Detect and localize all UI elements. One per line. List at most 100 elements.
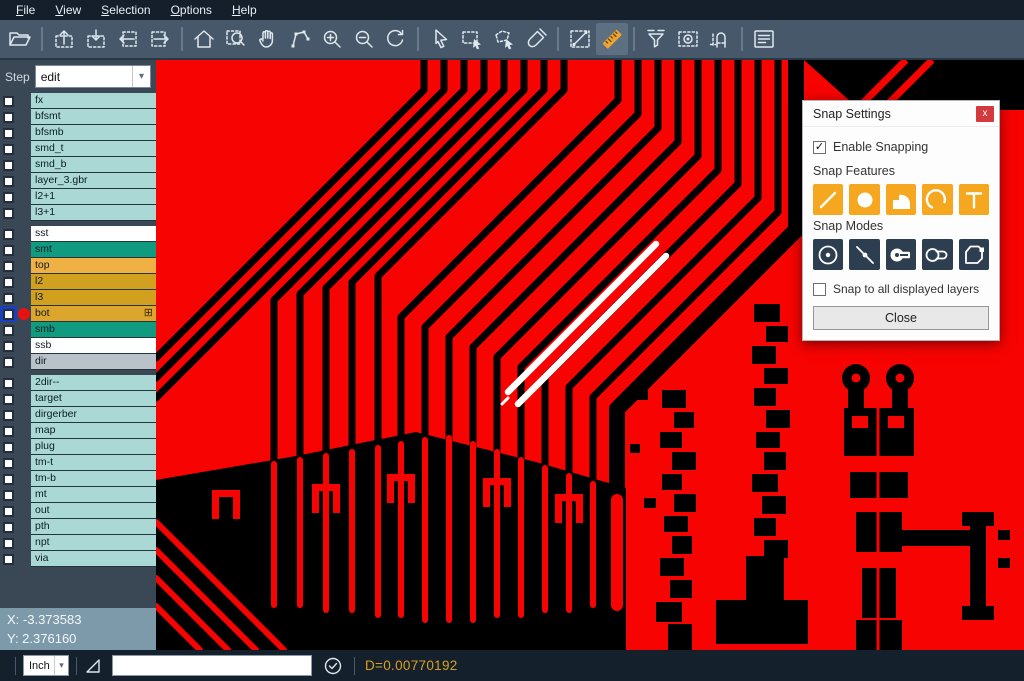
grid-icon[interactable]: ⊞ xyxy=(144,306,153,321)
box-arrow-down-button[interactable] xyxy=(80,23,112,55)
layer-visibility-checkbox[interactable] xyxy=(0,205,17,221)
layer-visibility-checkbox[interactable] xyxy=(0,455,17,471)
layer-visibility-checkbox[interactable] xyxy=(0,157,17,173)
layer-row[interactable]: dirgerber xyxy=(0,407,156,423)
layer-visibility-checkbox[interactable] xyxy=(0,125,17,141)
snap-mode-midpoint-button[interactable] xyxy=(849,239,879,270)
layer-row[interactable]: mt xyxy=(0,487,156,503)
layer-name[interactable]: smt xyxy=(31,242,156,258)
layer-row[interactable]: bfsmt xyxy=(0,109,156,125)
layer-row[interactable]: l2+1 xyxy=(0,189,156,205)
layer-name[interactable]: dirgerber xyxy=(31,407,156,423)
layer-row[interactable]: dir xyxy=(0,354,156,370)
chevron-down-icon[interactable]: ▾ xyxy=(132,66,150,87)
layer-visibility-checkbox[interactable] xyxy=(0,391,17,407)
layer-row[interactable]: ssb xyxy=(0,338,156,354)
filter-button[interactable] xyxy=(640,23,672,55)
home-view-button[interactable] xyxy=(188,23,220,55)
layer-visibility-checkbox[interactable] xyxy=(0,258,17,274)
enable-snapping-checkbox[interactable]: ✓ xyxy=(813,141,826,154)
layer-row[interactable]: tm-t xyxy=(0,455,156,471)
layer-row[interactable]: 2dir-- xyxy=(0,375,156,391)
menu-view[interactable]: View xyxy=(45,1,91,19)
layer-name[interactable]: sst xyxy=(31,226,156,242)
layer-visibility-checkbox[interactable] xyxy=(0,290,17,306)
chevron-down-icon[interactable]: ▾ xyxy=(54,656,68,675)
layer-name[interactable]: tm-b xyxy=(31,471,156,487)
layer-visibility-checkbox[interactable] xyxy=(0,551,17,567)
layer-visibility-checkbox[interactable] xyxy=(0,306,17,322)
layer-visibility-checkbox[interactable] xyxy=(0,322,17,338)
layer-row[interactable]: target xyxy=(0,391,156,407)
layer-name[interactable]: fx xyxy=(31,93,156,109)
zoom-area-button[interactable] xyxy=(220,23,252,55)
layer-row[interactable]: smt xyxy=(0,242,156,258)
layer-visibility-checkbox[interactable] xyxy=(0,423,17,439)
snap-feature-arc-button[interactable] xyxy=(922,184,952,215)
layer-visibility-checkbox[interactable] xyxy=(0,274,17,290)
layer-visibility-checkbox[interactable] xyxy=(0,535,17,551)
layer-name[interactable]: bot⊞ xyxy=(31,306,156,322)
snap-all-layers-checkbox[interactable] xyxy=(813,283,826,296)
snap-mode-polygon-button[interactable] xyxy=(959,239,989,270)
close-button[interactable]: Close xyxy=(813,306,989,330)
layer-name[interactable]: mt xyxy=(31,487,156,503)
layer-visibility-checkbox[interactable] xyxy=(0,141,17,157)
pan-hand-button[interactable] xyxy=(252,23,284,55)
layer-name[interactable]: l3 xyxy=(31,290,156,306)
layer-name[interactable]: smb xyxy=(31,322,156,338)
layer-row[interactable]: bfsmb xyxy=(0,125,156,141)
unit-select[interactable]: Inch ▾ xyxy=(23,655,69,676)
snap-mode-center-button[interactable] xyxy=(813,239,843,270)
layer-name[interactable]: ssb xyxy=(31,338,156,354)
layer-row[interactable]: l3+1 xyxy=(0,205,156,221)
ruler-button[interactable] xyxy=(596,23,628,55)
layer-name[interactable]: l2 xyxy=(31,274,156,290)
layer-row[interactable]: top xyxy=(0,258,156,274)
poly-select-button[interactable] xyxy=(488,23,520,55)
layer-name[interactable]: npt xyxy=(31,535,156,551)
layer-visibility-checkbox[interactable] xyxy=(0,354,17,370)
layer-name[interactable]: plug xyxy=(31,439,156,455)
layer-visibility-checkbox[interactable] xyxy=(0,375,17,391)
layer-row[interactable]: npt xyxy=(0,535,156,551)
layer-visibility-checkbox[interactable] xyxy=(0,93,17,109)
zoom-previous-button[interactable] xyxy=(380,23,412,55)
layer-row[interactable]: map xyxy=(0,423,156,439)
layer-name[interactable]: tm-t xyxy=(31,455,156,471)
zoom-in-button[interactable] xyxy=(316,23,348,55)
layer-row[interactable]: smd_t xyxy=(0,141,156,157)
layer-row[interactable]: bot⊞ xyxy=(0,306,156,322)
layer-visibility-checkbox[interactable] xyxy=(0,487,17,503)
snap-feature-line-button[interactable] xyxy=(813,184,843,215)
layer-name[interactable]: l3+1 xyxy=(31,205,156,221)
apply-check-icon[interactable] xyxy=(322,655,344,677)
layer-name[interactable]: top xyxy=(31,258,156,274)
layer-row[interactable]: out xyxy=(0,503,156,519)
menu-options[interactable]: Options xyxy=(161,1,222,19)
menu-file[interactable]: File xyxy=(6,1,45,19)
layer-row[interactable]: pth xyxy=(0,519,156,535)
layer-visibility-checkbox[interactable] xyxy=(0,189,17,205)
layer-visibility-checkbox[interactable] xyxy=(0,242,17,258)
layer-visibility-checkbox[interactable] xyxy=(0,407,17,423)
layer-name[interactable]: bfsmb xyxy=(31,125,156,141)
layer-name[interactable]: target xyxy=(31,391,156,407)
zoom-polygon-button[interactable] xyxy=(284,23,316,55)
box-arrow-up-button[interactable] xyxy=(48,23,80,55)
layer-row[interactable]: smd_b xyxy=(0,157,156,173)
menu-help[interactable]: Help xyxy=(222,1,267,19)
layer-name[interactable]: l2+1 xyxy=(31,189,156,205)
layer-visibility-checkbox[interactable] xyxy=(0,503,17,519)
layer-visibility-checkbox[interactable] xyxy=(0,338,17,354)
brush-button[interactable] xyxy=(520,23,552,55)
menu-selection[interactable]: Selection xyxy=(91,1,160,19)
layer-visibility-checkbox[interactable] xyxy=(0,471,17,487)
snap-feature-pad-button[interactable] xyxy=(849,184,879,215)
select-arrow-button[interactable] xyxy=(424,23,456,55)
layer-name[interactable]: 2dir-- xyxy=(31,375,156,391)
layer-name[interactable]: via xyxy=(31,551,156,567)
snap-feature-surface-button[interactable] xyxy=(886,184,916,215)
layer-row[interactable]: sst xyxy=(0,226,156,242)
layer-name[interactable]: out xyxy=(31,503,156,519)
